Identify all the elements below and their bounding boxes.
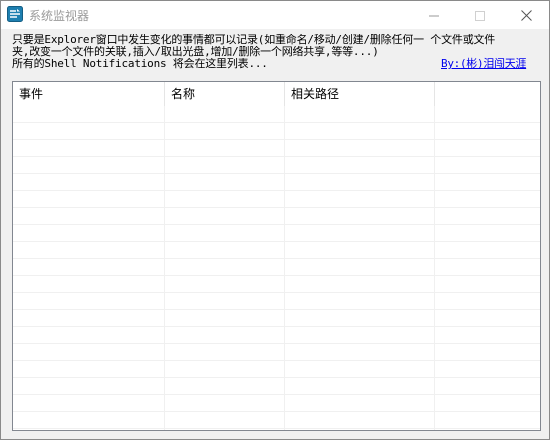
app-icon [7,6,23,22]
description-line-3: 所有的Shell Notifications 将会在这里列表... [12,58,268,70]
empty-grid-row [13,191,540,208]
main-window: 系统监视器 只要是Explorer窗口中发生变化的事情都可以记录(如重命名/移动… [0,0,550,440]
list-body[interactable] [13,106,540,430]
empty-grid-row [13,259,540,276]
author-link[interactable]: By:(彬)泪闯天涯 [441,58,526,70]
empty-grid-row [13,412,540,429]
empty-grid-row [13,327,540,344]
close-icon [520,6,532,25]
empty-grid-row [13,344,540,361]
empty-grid-row [13,395,540,412]
empty-grid-row [13,276,540,293]
column-header-empty[interactable] [435,82,540,106]
empty-grid-row [13,123,540,140]
empty-grid-row [13,310,540,327]
empty-grid-row [13,157,540,174]
empty-grid-row [13,361,540,378]
window-title: 系统监视器 [29,9,90,23]
grid-divider [284,106,285,430]
minimize-button[interactable] [411,1,457,29]
empty-grid-row [13,140,540,157]
empty-grid-row [13,378,540,395]
empty-grid-row [13,174,540,191]
empty-grid-row [13,106,540,123]
close-button[interactable] [503,1,549,29]
notifications-list[interactable]: 事件 名称 相关路径 [12,81,541,431]
column-header-path[interactable]: 相关路径 [285,82,435,106]
grid-divider [434,106,435,430]
description-line-1: 只要是Explorer窗口中发生变化的事情都可以记录(如重命名/移动/创建/删除… [12,34,496,46]
maximize-button[interactable] [457,1,503,29]
column-header-name[interactable]: 名称 [165,82,285,106]
title-bar[interactable]: 系统监视器 [1,1,549,29]
maximize-icon [475,6,485,25]
empty-grid-row [13,242,540,259]
empty-grid-row [13,208,540,225]
grid-divider [164,106,165,430]
empty-grid-row [13,225,540,242]
list-header: 事件 名称 相关路径 [13,82,540,106]
minimize-icon [429,6,439,25]
column-header-event[interactable]: 事件 [13,82,165,106]
empty-grid-row [13,293,540,310]
